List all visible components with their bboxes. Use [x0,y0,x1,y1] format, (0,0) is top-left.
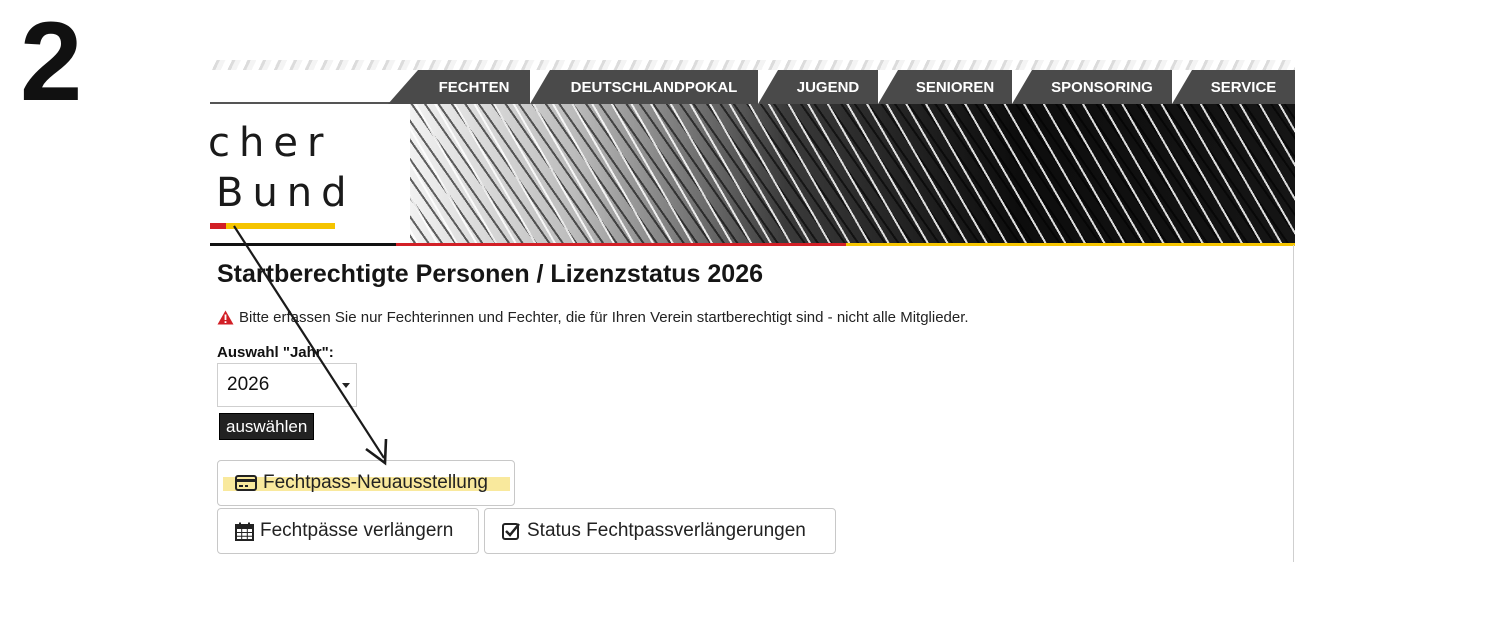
step-number: 2 [20,0,83,124]
logo-text-line1: cher [210,120,333,166]
warning-message: Bitte erfassen Sie nur Fechterinnen und … [217,309,969,326]
extension-status-label: Status Fechtpassverlängerungen [527,520,806,541]
tab-senioren[interactable]: SENIOREN [878,70,1012,104]
header-rule-red [396,243,846,246]
calendar-icon [235,522,254,541]
header-rule-yellow [846,243,1295,246]
warning-text: Bitte erfassen Sie nur Fechterinnen und … [239,309,969,326]
tab-fechten[interactable]: FECHTEN [388,70,530,104]
year-select-value: 2026 [227,374,270,395]
page-title: Startberechtigte Personen / Lizenzstatus… [217,260,764,288]
website-screenshot: FECHTEN DEUTSCHLANDPOKAL JUGEND SENIOREN… [210,60,1295,562]
logo-bar-red [210,223,226,229]
banner-image [370,104,1295,245]
header-banner [210,104,1295,245]
new-pass-button[interactable]: Fechtpass-Neuausstellung [217,460,515,506]
new-pass-label: Fechtpass-Neuausstellung [263,472,488,493]
checkbox-icon [502,523,520,540]
chevron-down-icon [342,383,350,388]
extend-passes-button[interactable]: Fechtpässe verlängern [217,508,479,554]
logo-bar-yellow [226,223,335,229]
warning-triangle-icon [217,310,234,325]
screenshot-right-border [1293,245,1294,562]
credit-card-icon [235,475,257,491]
tab-service[interactable]: SERVICE [1172,70,1295,104]
year-label: Auswahl "Jahr": [217,344,334,361]
tab-deutschlandpokal[interactable]: DEUTSCHLANDPOKAL [530,70,758,104]
top-strip [210,60,1295,70]
extend-passes-label: Fechtpässe verlängern [260,520,454,541]
tab-jugend[interactable]: JUGEND [758,70,878,104]
year-select[interactable]: 2026 [217,363,357,407]
extension-status-button[interactable]: Status Fechtpassverlängerungen [484,508,836,554]
select-year-button[interactable]: auswählen [219,413,315,440]
logo-text-line2: Bund [216,170,356,216]
tab-sponsoring[interactable]: SPONSORING [1012,70,1172,104]
header-rule-black [210,243,396,246]
